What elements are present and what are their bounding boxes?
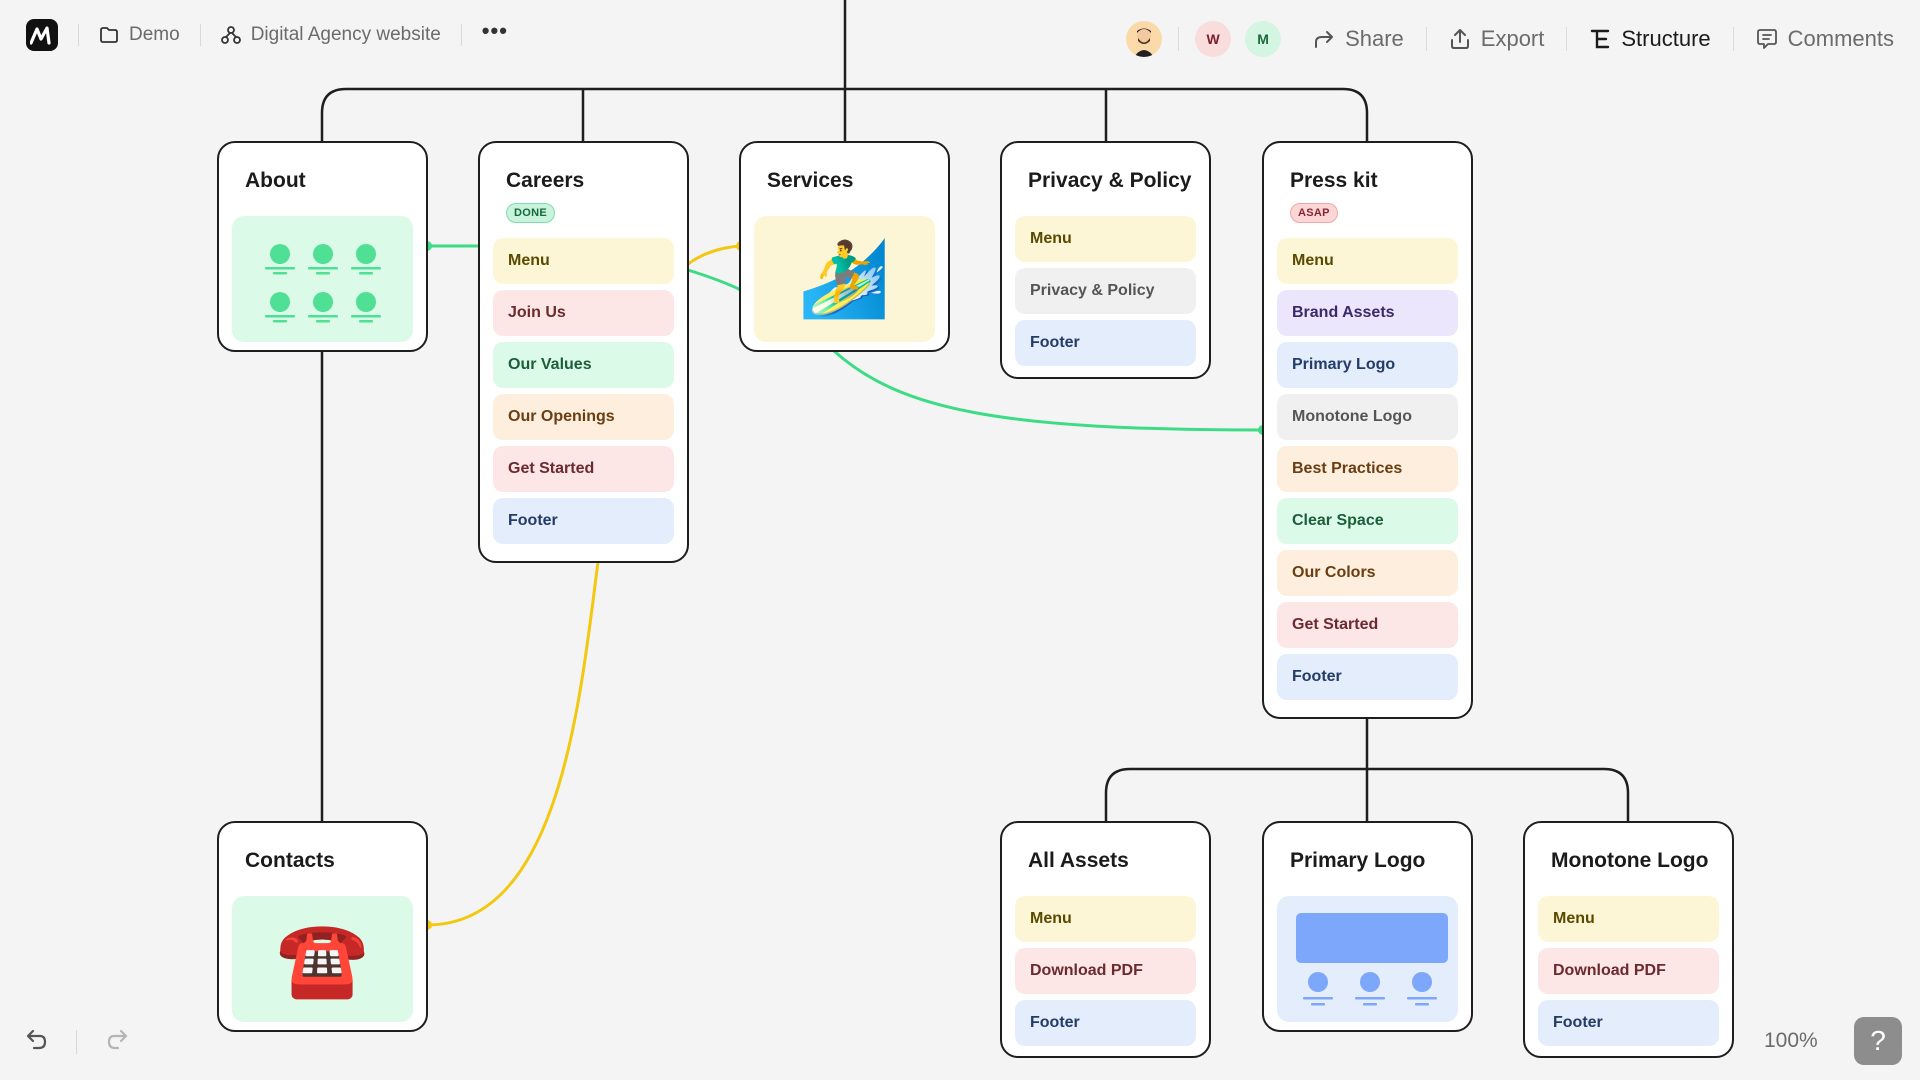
undo-icon xyxy=(26,1029,47,1050)
page-title: Contacts xyxy=(245,849,335,872)
help-button[interactable]: ? xyxy=(1854,1017,1902,1065)
avatar-user-photo[interactable] xyxy=(1126,21,1163,57)
breadcrumb-label: Demo xyxy=(129,24,180,45)
page-title: Monotone Logo xyxy=(1551,849,1709,872)
page-title: Primary Logo xyxy=(1290,849,1426,872)
zoom-level[interactable]: 100% xyxy=(1764,1029,1818,1053)
page-card-primary-logo[interactable]: Primary Logo xyxy=(1262,821,1473,1032)
page-title: Privacy & Policy xyxy=(1028,169,1192,192)
share-label: Share xyxy=(1345,26,1404,51)
section-item[interactable]: Our Openings xyxy=(493,394,674,440)
telephone-icon: ☎️ xyxy=(276,917,369,1000)
comments-label: Comments xyxy=(1787,26,1894,51)
avatar-m[interactable]: M xyxy=(1245,21,1282,57)
more-options-button[interactable]: ••• xyxy=(482,20,508,42)
section-item[interactable]: Monotone Logo xyxy=(1277,394,1458,440)
section-item[interactable]: Join Us xyxy=(493,290,674,336)
page-title: Press kit xyxy=(1290,169,1378,192)
section-item[interactable]: Privacy & Policy xyxy=(1015,268,1196,314)
people-grid-icon xyxy=(264,244,381,323)
structure-icon xyxy=(1591,29,1610,49)
section-item[interactable]: Menu xyxy=(1015,216,1196,262)
section-item[interactable]: Footer xyxy=(1538,1000,1719,1046)
section-item[interactable]: Menu xyxy=(1015,896,1196,942)
divider xyxy=(1425,27,1427,51)
app-logo[interactable] xyxy=(26,19,58,51)
folder-icon xyxy=(100,27,118,43)
about-thumbnail xyxy=(232,216,413,342)
services-thumbnail: 🏄‍♂️ xyxy=(754,216,935,342)
link-careers-services xyxy=(687,268,742,292)
page-title: All Assets xyxy=(1028,849,1129,872)
structure-label: Structure xyxy=(1621,26,1711,51)
status-badge: ASAP xyxy=(1290,203,1338,223)
avatar-w[interactable]: W xyxy=(1195,21,1232,57)
section-item[interactable]: Best Practices xyxy=(1277,446,1458,492)
export-icon xyxy=(1450,29,1469,49)
sitemap-canvas[interactable]: About Careers DONE Menu Join Us Our Valu… xyxy=(0,0,1920,1080)
share-icon xyxy=(1315,31,1334,48)
primary-logo-thumbnail xyxy=(1277,896,1458,1022)
link-careers-contacts xyxy=(426,561,600,927)
divider xyxy=(199,24,201,46)
tree-line-presskit-bar xyxy=(1104,767,1630,822)
help-icon: ? xyxy=(1870,1025,1886,1056)
page-card-privacy-policy[interactable]: Privacy & Policy Menu Privacy & Policy F… xyxy=(1000,141,1211,379)
app-logo-icon xyxy=(30,26,51,45)
export-button[interactable]: Export xyxy=(1449,26,1545,52)
section-item[interactable]: Download PDF xyxy=(1015,948,1196,994)
breadcrumb-folder[interactable]: Demo xyxy=(99,24,180,46)
section-item[interactable]: Footer xyxy=(1277,654,1458,700)
comments-button[interactable]: Comments xyxy=(1756,26,1894,52)
undo-button[interactable] xyxy=(24,1027,50,1058)
divider xyxy=(460,24,462,46)
divider xyxy=(1566,27,1568,51)
breadcrumb-label: Digital Agency website xyxy=(250,24,441,45)
divider xyxy=(76,1030,77,1054)
divider xyxy=(78,24,79,46)
redo-button[interactable] xyxy=(104,1027,130,1058)
section-item[interactable]: Get Started xyxy=(1277,602,1458,648)
page-card-about[interactable]: About xyxy=(217,141,428,352)
section-item[interactable]: Brand Assets xyxy=(1277,290,1458,336)
page-title: About xyxy=(245,169,306,192)
share-button[interactable]: Share xyxy=(1313,26,1404,52)
comments-icon xyxy=(1756,29,1777,49)
page-title: Services xyxy=(767,169,854,192)
breadcrumb-project[interactable]: Digital Agency website xyxy=(220,24,441,46)
page-card-contacts[interactable]: Contacts ☎️ xyxy=(217,821,428,1032)
structure-button[interactable]: Structure xyxy=(1589,26,1711,52)
page-card-all-assets[interactable]: All Assets Menu Download PDF Footer xyxy=(1000,821,1211,1058)
page-card-monotone-logo[interactable]: Monotone Logo Menu Download PDF Footer xyxy=(1523,821,1734,1058)
section-item[interactable]: Menu xyxy=(1277,238,1458,284)
page-card-services[interactable]: Services 🏄‍♂️ xyxy=(739,141,950,352)
contacts-thumbnail: ☎️ xyxy=(232,896,413,1022)
section-item[interactable]: Our Values xyxy=(493,342,674,388)
export-label: Export xyxy=(1480,26,1545,51)
page-card-careers[interactable]: Careers DONE Menu Join Us Our Values Our… xyxy=(478,141,689,563)
link-careers-services-yellow xyxy=(687,244,742,266)
section-item[interactable]: Footer xyxy=(1015,320,1196,366)
divider xyxy=(1178,27,1180,51)
section-item[interactable]: Menu xyxy=(493,238,674,284)
page-card-press-kit[interactable]: Press kit ASAP Menu Brand Assets Primary… xyxy=(1262,141,1473,719)
surfer-icon: 🏄‍♂️ xyxy=(798,237,891,320)
top-bar: Demo Digital Agency website ••• W M Shar… xyxy=(0,0,1920,70)
section-item[interactable]: Our Colors xyxy=(1277,550,1458,596)
tree-line-top-bar xyxy=(320,87,1369,141)
user-avatar-icon xyxy=(1134,28,1155,57)
section-item[interactable]: Primary Logo xyxy=(1277,342,1458,388)
section-item[interactable]: Footer xyxy=(1015,1000,1196,1046)
section-item[interactable]: Clear Space xyxy=(1277,498,1458,544)
redo-icon xyxy=(107,1029,128,1050)
divider xyxy=(1732,27,1734,51)
section-item[interactable]: Download PDF xyxy=(1538,948,1719,994)
section-item[interactable]: Get Started xyxy=(493,446,674,492)
section-item[interactable]: Footer xyxy=(493,498,674,544)
status-badge: DONE xyxy=(506,203,555,223)
logo-layout-icon xyxy=(1295,913,1448,1006)
page-title: Careers xyxy=(506,169,585,192)
section-item[interactable]: Menu xyxy=(1538,896,1719,942)
sitemap-icon xyxy=(220,26,241,44)
